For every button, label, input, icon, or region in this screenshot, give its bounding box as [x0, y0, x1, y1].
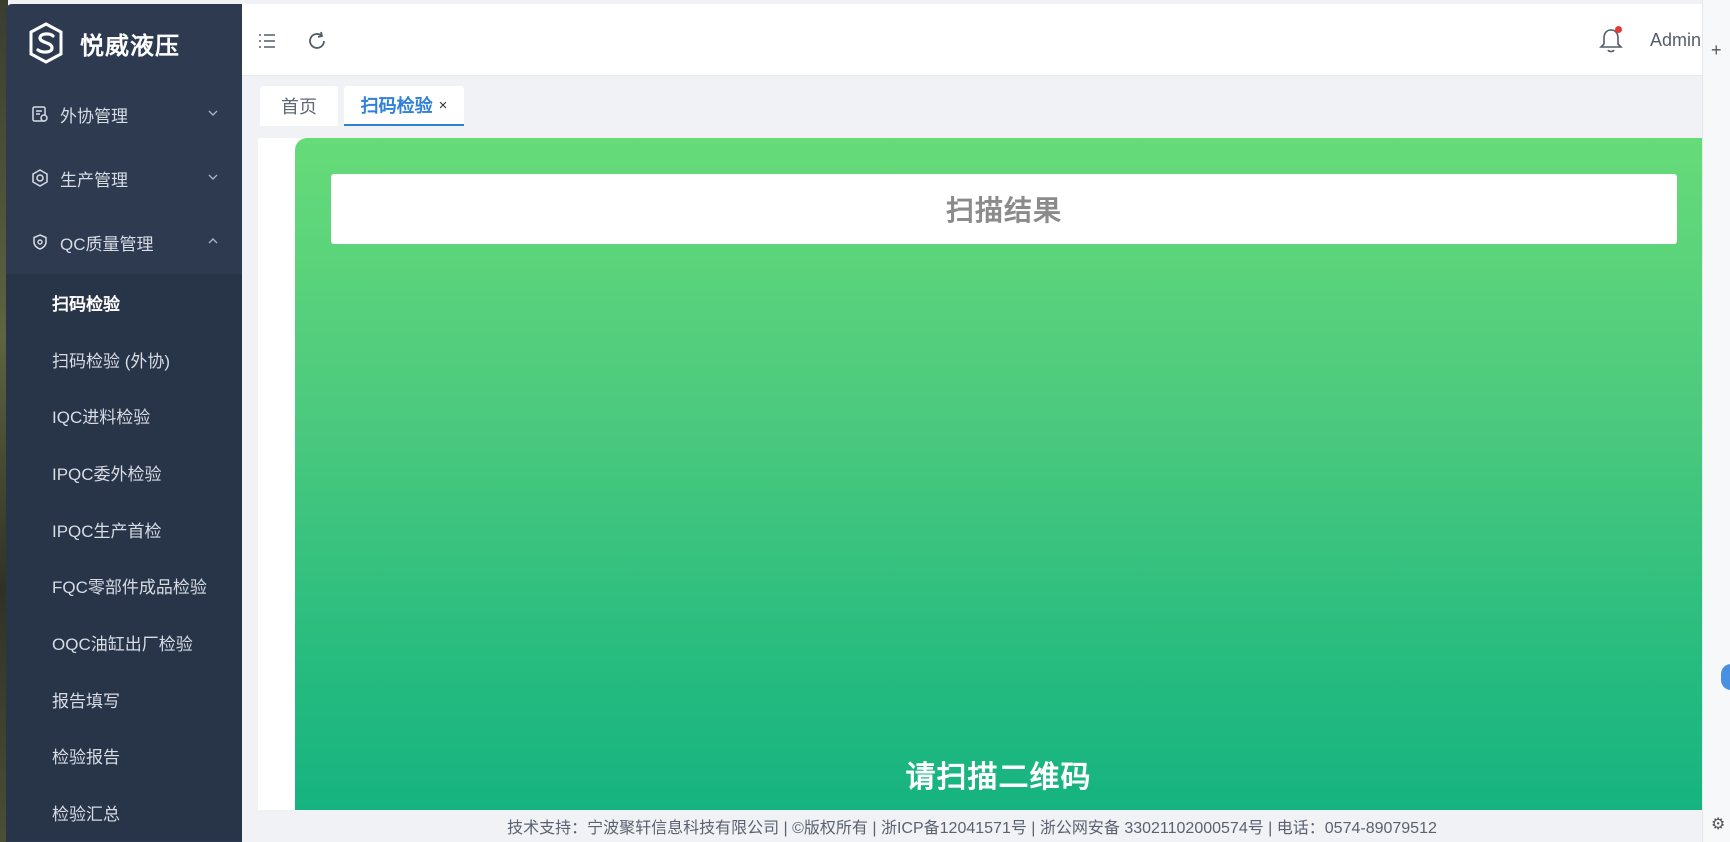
sidebar-item-inspection-report[interactable]: 检验报告: [6, 728, 242, 785]
brand-logo-icon: [29, 22, 63, 64]
right-rail: + ⚙: [1702, 0, 1730, 842]
sidebar-item-ipqc-outsourced[interactable]: IPQC委外检验: [6, 444, 242, 501]
chevron-up-icon: [208, 238, 218, 244]
sidebar-item-ipqc-first[interactable]: IPQC生产首检: [6, 501, 242, 558]
menu-label: 生产管理: [60, 170, 128, 190]
hexagon-icon: [30, 168, 50, 188]
sidebar-item-oqc[interactable]: OQC油缸出厂检验: [6, 614, 242, 671]
refresh-icon[interactable]: [306, 30, 328, 52]
scan-prompt: 请扫描二维码: [905, 761, 1092, 794]
sidebar: 悦威液压 外协管理 生产管理 QC质量管理 扫码检验 扫码检验 (外协) IQC…: [6, 4, 242, 842]
scan-result-box: 扫描结果: [331, 174, 1677, 244]
tab-label: 扫码检验: [360, 96, 433, 116]
menu-label: QC质量管理: [60, 234, 154, 254]
chevron-down-icon: [208, 174, 218, 180]
scan-result-title: 扫描结果: [945, 195, 1062, 226]
chevron-down-icon: [208, 110, 218, 116]
floating-assistant-button[interactable]: [1721, 664, 1730, 690]
notification-badge: [1615, 26, 1622, 33]
top-bar: Admin: [242, 4, 1702, 76]
tab-home[interactable]: 首页: [260, 86, 338, 126]
sidebar-item-iqc[interactable]: IQC进料检验: [6, 387, 242, 444]
sidebar-item-fqc[interactable]: FQC零部件成品检验: [6, 557, 242, 614]
gear-icon[interactable]: ⚙: [1711, 814, 1725, 834]
clipboard-icon: [30, 104, 50, 124]
footer: 技术支持：宁波聚轩信息科技有限公司 | ©版权所有 | 浙ICP备1204157…: [242, 810, 1702, 842]
tab-bar: 首页 扫码检验 ×: [242, 76, 1702, 130]
plus-icon[interactable]: +: [1711, 40, 1722, 61]
sidebar-item-scan-inspection[interactable]: 扫码检验: [6, 274, 242, 331]
menu-label: 外协管理: [60, 106, 128, 126]
sidebar-item-scan-inspection-outsourced[interactable]: 扫码检验 (外协): [6, 331, 242, 388]
tab-scan-inspection[interactable]: 扫码检验 ×: [344, 86, 464, 126]
brand-logo[interactable]: 悦威液压: [6, 4, 242, 82]
qc-submenu: 扫码检验 扫码检验 (外协) IQC进料检验 IPQC委外检验 IPQC生产首检…: [6, 274, 242, 841]
menu-production[interactable]: 生产管理: [6, 146, 242, 210]
menu-outsourcing[interactable]: 外协管理: [6, 82, 242, 146]
footer-text: 技术支持：宁波聚轩信息科技有限公司 | ©版权所有 | 浙ICP备1204157…: [507, 820, 1437, 837]
sidebar-item-inspection-summary[interactable]: 检验汇总: [6, 784, 242, 841]
tab-label: 首页: [281, 97, 317, 117]
menu-qc[interactable]: QC质量管理: [6, 210, 242, 274]
sidebar-item-report-fill[interactable]: 报告填写: [6, 671, 242, 728]
shield-icon: [30, 232, 50, 252]
user-menu[interactable]: Admin: [1650, 30, 1701, 51]
scan-card: 扫描结果 请扫描二维码: [295, 138, 1702, 810]
brand-name: 悦威液压: [80, 32, 180, 60]
list-icon[interactable]: [256, 30, 278, 52]
close-icon[interactable]: ×: [439, 97, 448, 114]
